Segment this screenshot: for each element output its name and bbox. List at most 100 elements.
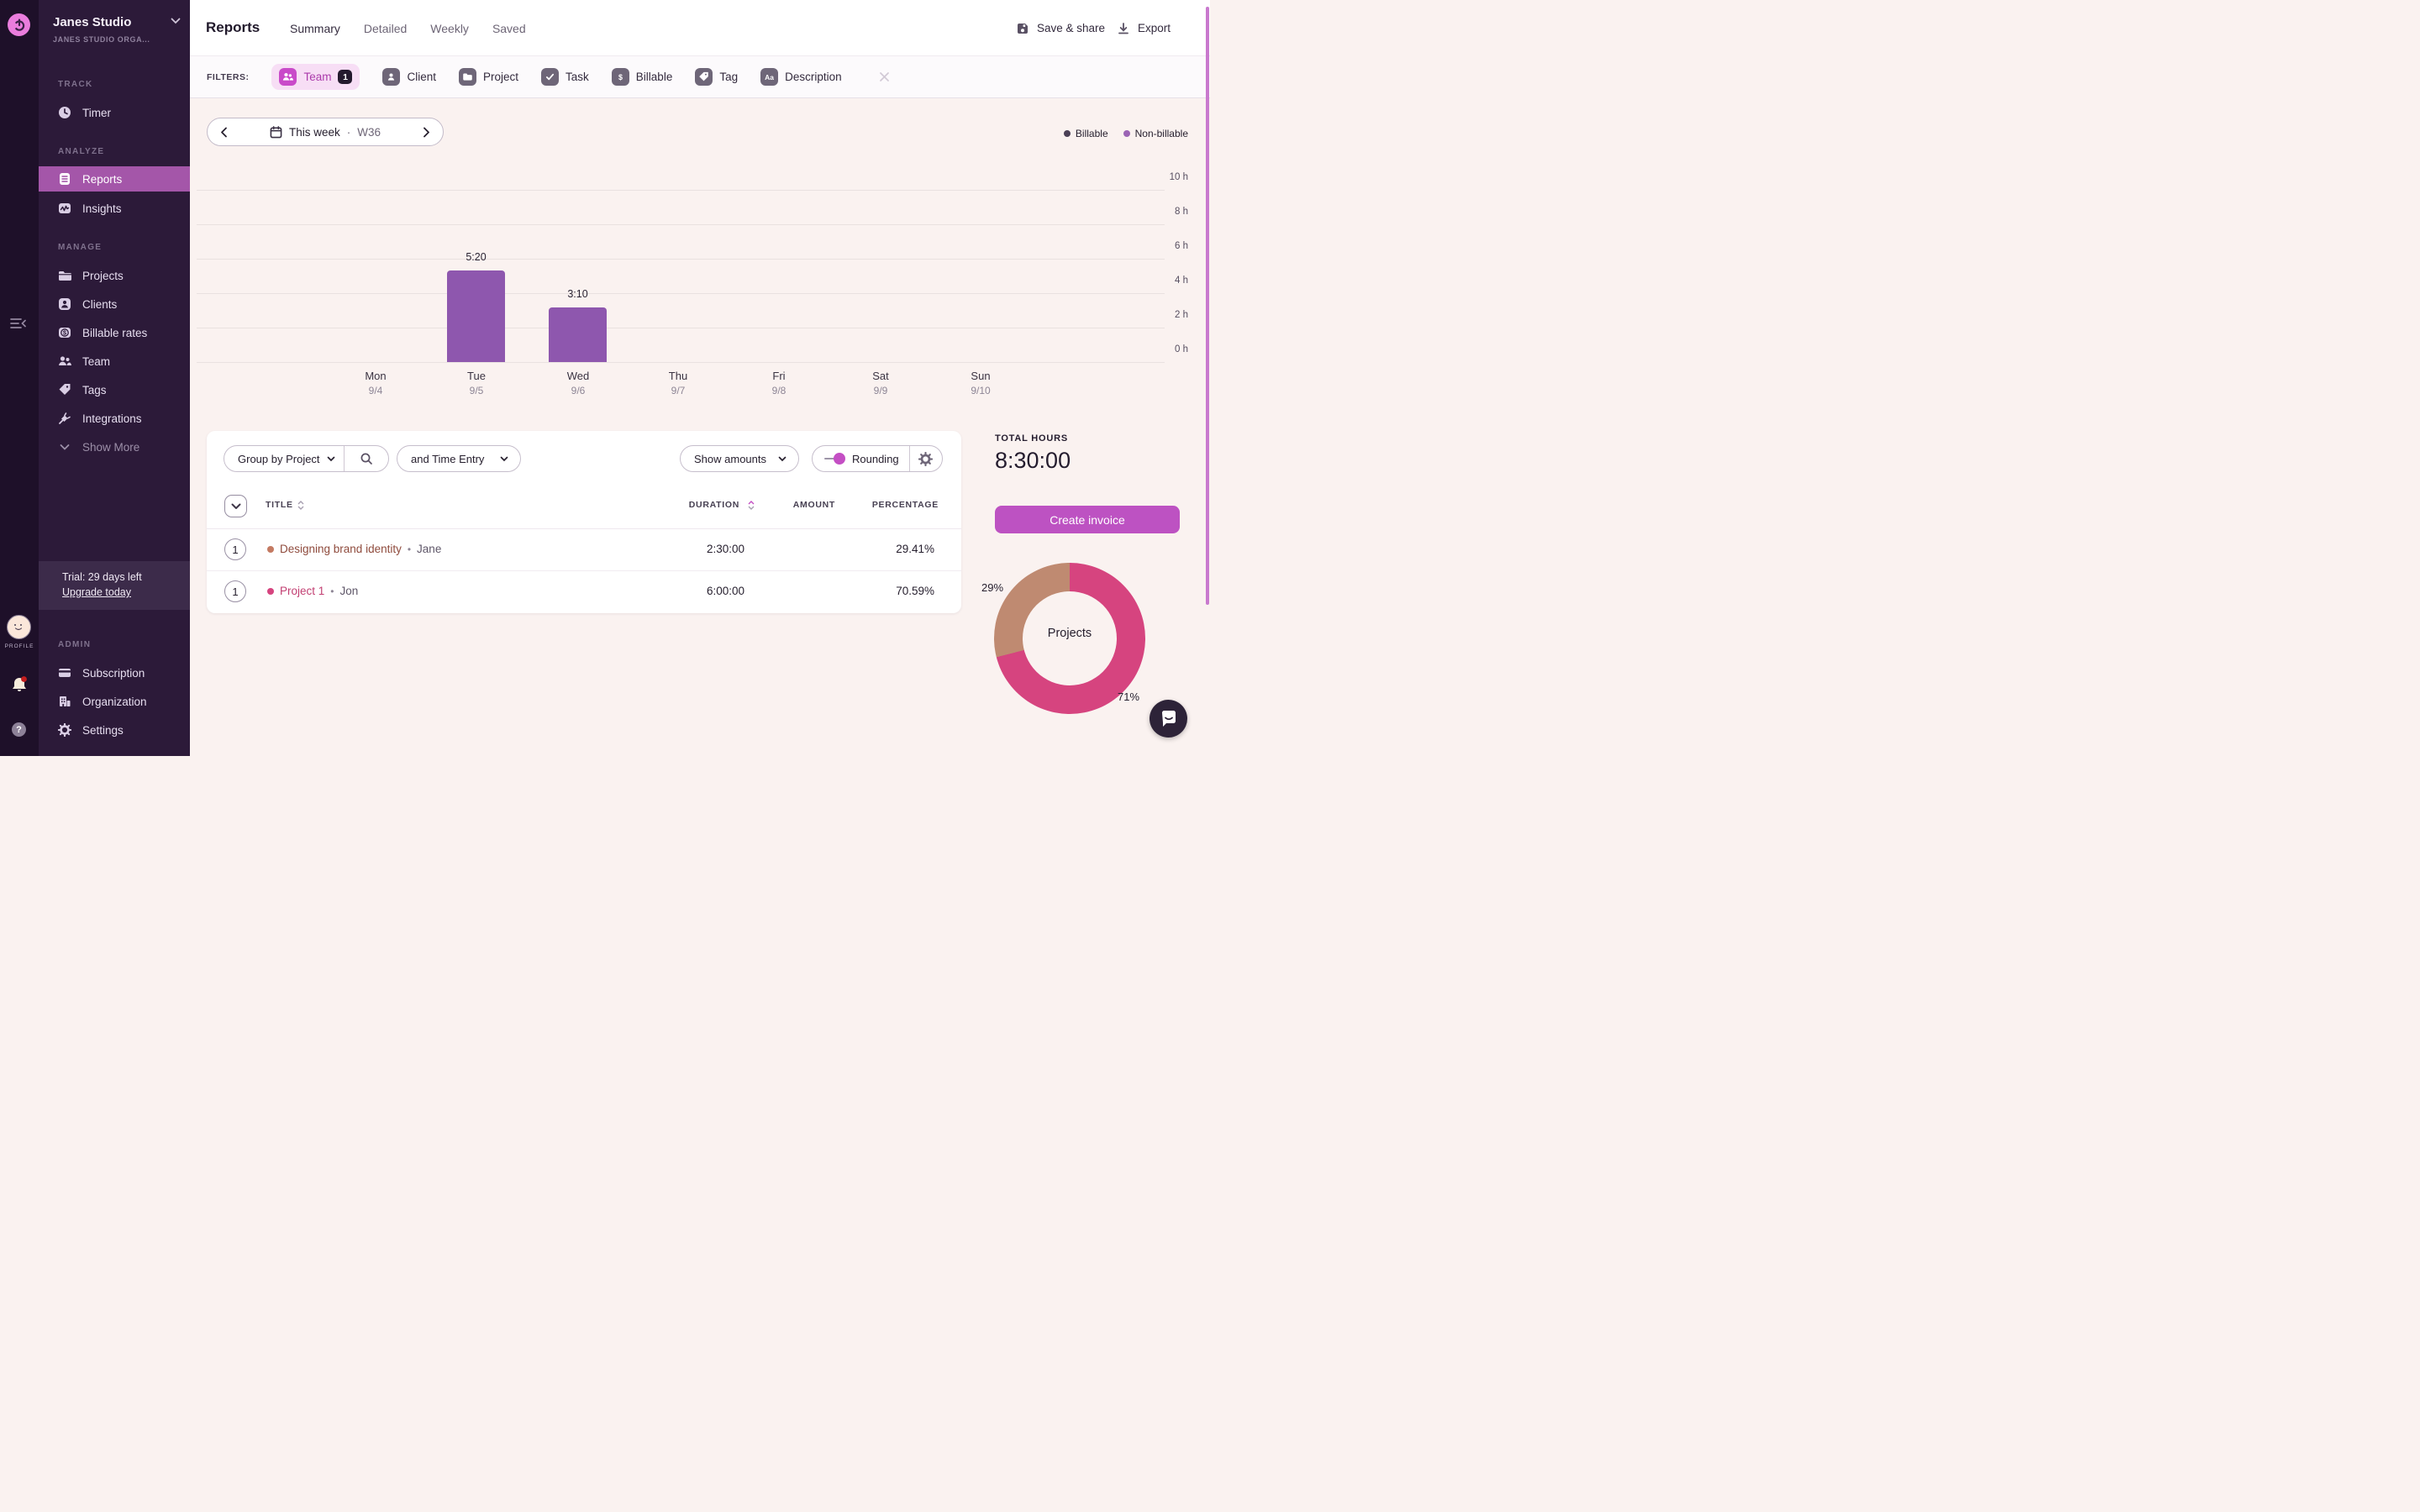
group-by-dropdown[interactable]: Group by Project [224,445,389,472]
subgroup-dropdown[interactable]: and Time Entry [397,445,521,472]
filter-chip-project[interactable]: Project [459,68,518,86]
bar-column-tue: 5:20 [447,251,505,362]
next-week-icon[interactable] [423,127,430,138]
group-by-label: Group by Project [224,453,320,465]
avatar[interactable] [7,615,31,639]
sidebar-item-organization[interactable]: Organization [39,689,190,714]
project-filter-icon [459,68,476,86]
x-label-fri: Fri9/8 [741,370,817,396]
chart-legend: Billable Non-billable [1064,128,1188,139]
sidebar-item-team[interactable]: Team [39,349,190,374]
tab-detailed[interactable]: Detailed [364,22,407,35]
filter-chip-team[interactable]: Team 1 [271,64,360,90]
table-row[interactable]: 1 Designing brand identity•Jane 2:30:00 … [207,529,961,570]
filter-chip-client[interactable]: Client [382,68,436,86]
bar-tue[interactable] [447,270,505,362]
row-count-badge[interactable]: 1 [224,538,246,560]
filter-chip-label: Billable [636,71,673,83]
section-label-admin: ADMIN [58,640,91,649]
sidebar-item-label: Settings [82,724,124,737]
filter-chip-billable[interactable]: $ Billable [612,68,673,86]
chat-launcher[interactable] [1150,700,1187,738]
sidebar-item-label: Tags [82,384,107,396]
workspace-name: Janes Studio [53,15,131,29]
sort-title-icon[interactable] [297,501,304,510]
chat-bubble-icon [1160,710,1178,727]
rounding-settings-gear-icon[interactable] [910,452,942,466]
bar-value-label: 3:10 [567,288,587,300]
row-title[interactable]: Project 1 [280,585,324,597]
sort-duration-icon[interactable] [748,501,755,510]
sidebar-item-insights[interactable]: Insights [39,196,190,221]
create-invoice-button[interactable]: Create invoice [995,506,1180,533]
sidebar-item-label: Team [82,355,110,368]
help-icon[interactable]: ? [12,722,26,737]
filters-label: FILTERS: [207,72,249,82]
filter-chip-task[interactable]: Task [541,68,589,86]
filter-chip-description[interactable]: Aa Description [760,68,842,86]
export-icon [1117,22,1130,35]
vertical-scrollbar[interactable] [1206,7,1209,605]
chevron-down-icon [327,456,335,462]
search-icon[interactable] [345,452,388,465]
sidebar-item-clients[interactable]: Clients [39,291,190,317]
sidebar-item-reports[interactable]: Reports [39,166,190,192]
clear-filters-icon[interactable] [878,71,891,83]
sidebar-item-subscription[interactable]: Subscription [39,660,190,685]
collapse-sidebar-icon[interactable] [10,317,27,330]
save-share-button[interactable]: Save & share [1016,0,1105,56]
upgrade-link[interactable]: Upgrade today [62,586,131,598]
row-count-badge[interactable]: 1 [224,580,246,602]
bar-wed[interactable] [549,307,607,362]
table-row[interactable]: 1 Project 1•Jon 6:00:00 70.59% [207,570,961,612]
chevron-down-icon [778,456,786,462]
bar-column-wed: 3:10 [549,288,607,362]
export-button[interactable]: Export [1117,0,1171,56]
sidebar-item-integrations[interactable]: Integrations [39,406,190,431]
tab-summary[interactable]: Summary [290,22,340,35]
x-label-tue: Tue9/5 [439,370,514,396]
sidebar-item-billable-rates[interactable]: $ Billable rates [39,320,190,345]
non-billable-dot [1123,130,1130,137]
filter-chip-label: Task [566,71,589,83]
column-header-percentage[interactable]: PERCENTAGE [872,500,939,510]
legend-non-billable[interactable]: Non-billable [1123,128,1188,139]
power-icon [13,18,26,32]
insights-icon [58,202,71,215]
sidebar-item-label: Subscription [82,667,145,680]
sidebar-item-tags[interactable]: Tags [39,377,190,402]
page-title: Reports [206,19,260,36]
section-label-analyze: ANALYZE [58,147,104,156]
sidebar-item-show-more[interactable]: Show More [39,434,190,459]
sidebar-item-label: Show More [82,441,139,454]
column-header-amount[interactable]: AMOUNT [793,500,835,510]
column-header-duration[interactable]: DURATION [689,500,755,510]
team-icon [58,354,71,368]
donut-center-label: Projects [994,627,1145,640]
filter-chip-label: Client [407,71,436,83]
filter-chip-tag[interactable]: Tag [695,68,738,86]
chevron-down-icon [58,440,71,454]
tab-saved[interactable]: Saved [492,22,526,35]
workspace-chevron-icon [171,18,181,24]
rounding-toggle[interactable] [824,453,844,465]
bell-icon[interactable] [10,675,29,694]
report-tabs: Summary Detailed Weekly Saved [290,0,526,56]
row-title[interactable]: Designing brand identity [280,543,402,555]
tab-weekly[interactable]: Weekly [430,22,469,35]
sidebar-item-projects[interactable]: Projects [39,263,190,288]
legend-billable[interactable]: Billable [1064,128,1108,139]
x-label-sun: Sun9/10 [943,370,1018,396]
sidebar-item-settings[interactable]: Settings [39,717,190,743]
prev-week-icon[interactable] [220,127,228,138]
sidebar-item-timer[interactable]: Timer [39,100,190,125]
summary-card: Group by Project and Time Entry Show amo… [207,431,961,613]
trial-banner: Trial: 29 days left Upgrade today [39,561,190,610]
y-tick: 6 h [1138,241,1188,251]
column-header-title[interactable]: TITLE [266,500,304,510]
x-label-sat: Sat9/9 [843,370,918,396]
show-amounts-dropdown[interactable]: Show amounts [680,445,799,472]
expand-all-button[interactable] [224,495,247,517]
date-range-picker[interactable]: This week · W36 [207,118,444,146]
app-logo[interactable] [8,13,30,36]
